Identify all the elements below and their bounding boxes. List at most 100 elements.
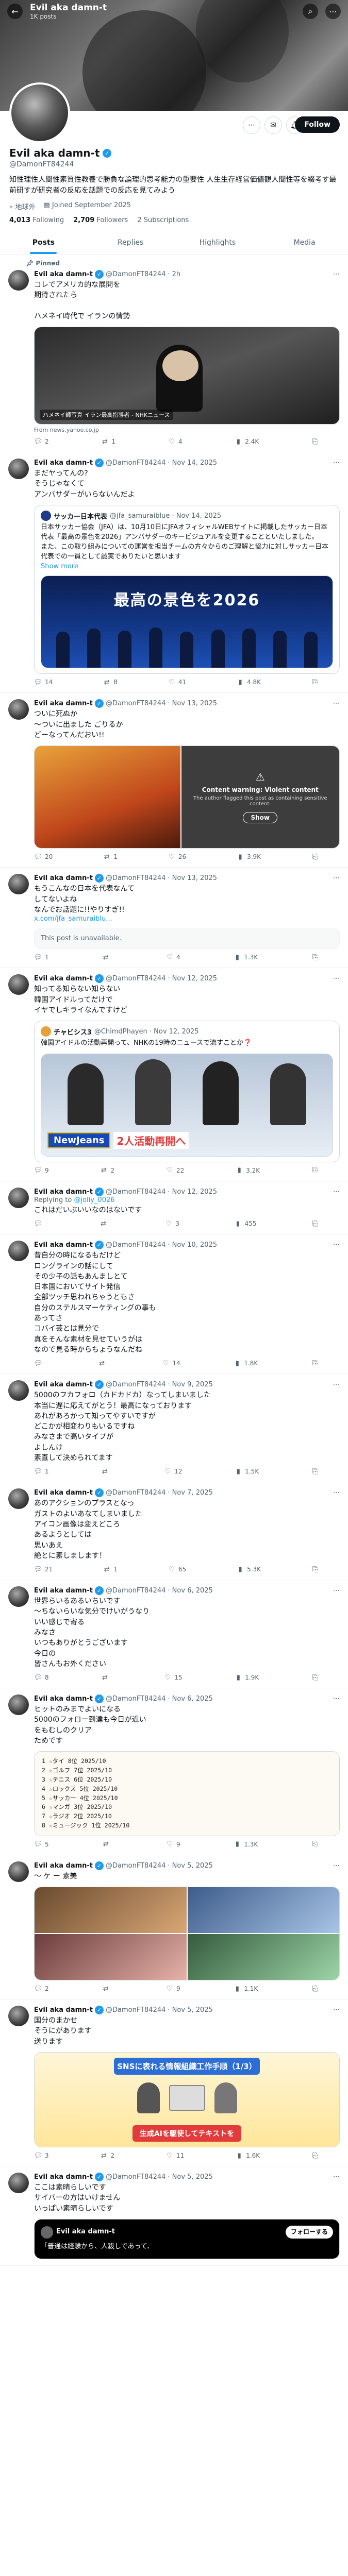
post-image[interactable] <box>35 1887 187 1934</box>
views-button[interactable]: ▮ 1.5K <box>234 1467 259 1476</box>
reply-button[interactable]: 💬︎ 2 <box>34 437 49 446</box>
follow-button[interactable]: フォローする <box>285 2225 333 2239</box>
repost-button[interactable]: ⇄ 1 <box>101 437 115 446</box>
avatar[interactable] <box>8 1187 29 1208</box>
post-author-handle[interactable]: @DamonFT84244 <box>106 1695 165 1703</box>
back-arrow-icon[interactable]: ← <box>7 4 23 19</box>
post-author-handle[interactable]: @DamonFT84244 <box>106 700 165 707</box>
post-more-icon[interactable]: ⋯ <box>333 1862 340 1870</box>
post-time[interactable]: · Nov 10, 2025 <box>168 1241 217 1249</box>
post-author-handle[interactable]: @DamonFT84244 <box>106 459 165 467</box>
tab-highlights[interactable]: Highlights <box>174 231 261 254</box>
like-button[interactable]: ♡ 65 <box>168 1565 186 1573</box>
message-icon[interactable]: ✉ <box>264 116 282 134</box>
avatar[interactable] <box>8 1586 29 1607</box>
post-author-name[interactable]: Evil aka damn-t <box>34 1695 93 1703</box>
post-author-handle[interactable]: @DamonFT84244 <box>106 1862 165 1870</box>
post-author-name[interactable]: Evil aka damn-t <box>34 2173 93 2181</box>
post-author-name[interactable]: Evil aka damn-t <box>34 459 93 467</box>
post-author-handle[interactable]: @DamonFT84244 <box>106 1587 165 1595</box>
repost-button[interactable]: ⇄ <box>102 953 112 961</box>
post-image[interactable] <box>35 1934 187 1980</box>
post-time[interactable]: · Nov 13, 2025 <box>168 700 217 707</box>
following-link[interactable]: 4,013 Following <box>9 216 64 224</box>
post-time[interactable]: · Nov 13, 2025 <box>168 874 217 882</box>
tab-replies[interactable]: Replies <box>87 231 174 254</box>
bookmark-button[interactable]: ⎘ <box>311 1166 319 1175</box>
post-time[interactable]: · Nov 5, 2025 <box>168 2173 212 2181</box>
reply-button[interactable]: 💬︎ 21 <box>34 1565 53 1573</box>
post-author-name[interactable]: Evil aka damn-t <box>34 1489 93 1497</box>
post-more-icon[interactable]: ⋯ <box>333 2006 340 2014</box>
bookmark-button[interactable]: ⎘ <box>311 1467 319 1476</box>
post[interactable]: Evil aka damn-t ✓ @DamonFT84244 · Nov 7,… <box>0 1482 348 1581</box>
repost-button[interactable]: ⇄ <box>102 1985 112 1993</box>
post-author-name[interactable]: Evil aka damn-t <box>34 700 93 707</box>
follow-button[interactable]: Follow <box>295 116 340 133</box>
post-author-name[interactable]: Evil aka damn-t <box>34 270 93 278</box>
repost-button[interactable]: ⇄ <box>101 1673 111 1682</box>
post-author-name[interactable]: Evil aka damn-t <box>34 1862 93 1870</box>
more-options-icon[interactable]: ⋯ <box>243 116 260 134</box>
reply-button[interactable]: 💬︎ <box>34 1359 45 1367</box>
post-time[interactable]: · Nov 12, 2025 <box>168 975 217 982</box>
post-author-handle[interactable]: @DamonFT84244 <box>106 1188 165 1196</box>
post[interactable]: Evil aka damn-t ✓ @DamonFT84244 · Nov 10… <box>0 1234 348 1375</box>
like-button[interactable]: ♡ 9 <box>165 1985 180 1993</box>
bookmark-button[interactable]: ⎘ <box>311 853 319 861</box>
show-more-link[interactable]: Show more <box>41 563 333 570</box>
views-button[interactable]: ▮ 1.1K <box>233 1985 258 1993</box>
post-author-name[interactable]: Evil aka damn-t <box>34 1381 93 1388</box>
reply-button[interactable]: 💬︎ 8 <box>34 1673 49 1682</box>
repost-button[interactable]: ⇄ <box>98 1359 109 1367</box>
reply-button[interactable]: 💬︎ 3 <box>34 2151 49 2160</box>
post-time[interactable]: · Nov 9, 2025 <box>168 1381 212 1388</box>
views-button[interactable]: ▮ 5.3K <box>236 1565 261 1573</box>
post-time[interactable]: · 2h <box>168 270 180 278</box>
post-image[interactable]: SNSに表れる情報組織工作手順（1/3） 生成AIを駆使してテキストを <box>34 2052 340 2148</box>
repost-button[interactable]: ⇄ 2 <box>100 1166 114 1175</box>
like-button[interactable]: ♡ 4 <box>168 437 182 446</box>
views-button[interactable]: ▮ 2.4K <box>234 437 259 446</box>
reply-button[interactable]: 💬︎ 20 <box>34 853 53 861</box>
post-more-icon[interactable]: ⋯ <box>333 459 340 467</box>
post-author-handle[interactable]: @DamonFT84244 <box>106 1241 165 1249</box>
like-button[interactable]: ♡ 11 <box>165 2151 184 2160</box>
like-button[interactable]: ♡ 3 <box>164 1219 179 1228</box>
post[interactable]: Evil aka damn-t ✓ @DamonFT84244 · Nov 13… <box>0 693 348 868</box>
show-sensitive-button[interactable]: Show <box>243 812 277 824</box>
bookmark-button[interactable]: ⎘ <box>311 1985 319 1993</box>
more-icon[interactable]: ⋯ <box>325 4 341 19</box>
views-button[interactable]: ▮ 4.8K <box>236 678 261 686</box>
avatar[interactable] <box>8 270 29 291</box>
like-button[interactable]: ♡ 9 <box>165 1840 180 1849</box>
avatar[interactable] <box>8 2173 29 2194</box>
post-author-handle[interactable]: @DamonFT84244 <box>106 975 165 982</box>
repost-button[interactable]: ⇄ 8 <box>103 678 118 686</box>
bookmark-button[interactable]: ⎘ <box>311 1673 319 1682</box>
views-button[interactable]: ▮ 1.8K <box>233 1359 258 1367</box>
like-button[interactable]: ♡ 41 <box>168 678 186 686</box>
like-button[interactable]: ♡ 12 <box>163 1467 182 1476</box>
avatar[interactable] <box>8 1488 29 1510</box>
post[interactable]: Evil aka damn-t ✓ @DamonFT84244 · Nov 12… <box>0 968 348 1181</box>
avatar[interactable] <box>8 699 29 720</box>
post-author-handle[interactable]: @DamonFT84244 <box>106 1381 165 1388</box>
quoted-post[interactable]: サッカー日本代表 @jfa_samuraiblue · Nov 14, 2025… <box>34 505 340 674</box>
followers-link[interactable]: 2,709 Followers <box>73 216 128 224</box>
post-image[interactable] <box>35 746 180 849</box>
tab-media[interactable]: Media <box>261 231 348 254</box>
post-more-icon[interactable]: ⋯ <box>333 1188 340 1196</box>
post[interactable]: Evil aka damn-t ✓ @DamonFT84244 · 2h ⋯ コ… <box>0 269 348 453</box>
like-button[interactable]: ♡ 14 <box>161 1359 180 1367</box>
post-author-name[interactable]: Evil aka damn-t <box>34 874 93 882</box>
views-button[interactable]: ▮ 1.6K <box>235 2151 260 2160</box>
post-more-icon[interactable]: ⋯ <box>333 2173 340 2181</box>
reply-button[interactable]: 💬︎ 1 <box>34 1467 49 1476</box>
link-source[interactable]: From news.yahoo.co.jp <box>34 427 340 433</box>
avatar[interactable] <box>8 459 29 480</box>
post-author-name[interactable]: Evil aka damn-t <box>34 1241 93 1249</box>
post[interactable]: Evil aka damn-t ✓ @DamonFT84244 · Nov 5,… <box>0 2166 348 2266</box>
reply-to-handle[interactable]: @jolly_0026 <box>74 1196 114 1204</box>
repost-button[interactable]: ⇄ 1 <box>103 853 118 861</box>
